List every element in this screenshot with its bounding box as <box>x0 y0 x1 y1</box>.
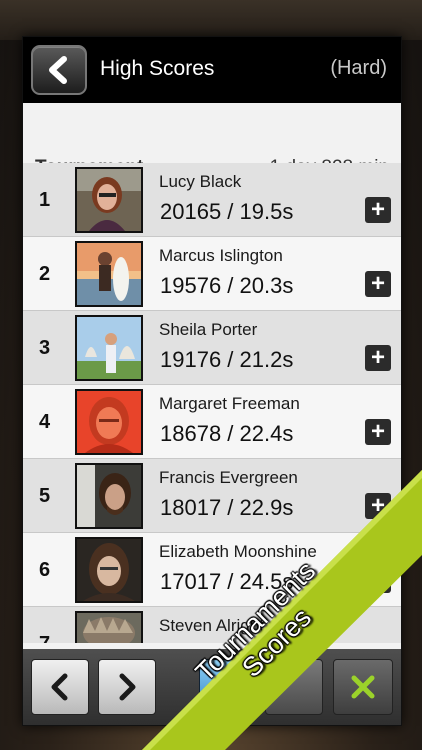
next-page-button[interactable] <box>98 659 156 715</box>
plus-icon[interactable]: + <box>365 493 391 519</box>
avatar <box>75 611 143 643</box>
plus-icon[interactable]: + <box>365 197 391 223</box>
player-score: 18017 / 22.9s <box>160 495 294 520</box>
score-row[interactable]: 2 Marcus Islington 19576 / 20.3s + <box>23 237 401 311</box>
plus-icon[interactable]: + <box>365 419 391 445</box>
avatar <box>75 463 143 529</box>
scores-mode-button[interactable] <box>265 659 323 715</box>
score-row[interactable]: 7 Steven Alright <box>23 607 401 643</box>
avatar <box>75 241 143 307</box>
player-name: Sheila Porter <box>159 320 258 339</box>
plus-icon[interactable]: + <box>365 567 391 593</box>
chevron-left-icon <box>51 673 68 701</box>
rank-number: 5 <box>39 485 51 507</box>
rank-number: 7 <box>39 633 50 643</box>
scores-list[interactable]: 1 Lucy Black 20165 / 19.5s + 2 Marcus Is… <box>23 163 401 643</box>
header-bar: High Scores (Hard) <box>23 37 401 103</box>
chevron-right-icon <box>119 673 136 701</box>
rank-number: 4 <box>39 411 51 433</box>
avatar <box>75 167 143 233</box>
player-name: Francis Evergreen <box>159 468 298 487</box>
rank-number: 2 <box>39 263 51 285</box>
score-row[interactable]: 5 Francis Evergreen 18017 / 22.9s + <box>23 459 401 533</box>
avatar <box>75 389 143 455</box>
score-row[interactable]: 4 Margaret Freeman 18678 / 22.4s + <box>23 385 401 459</box>
avatar <box>75 537 143 603</box>
page-title: High Scores <box>100 57 215 80</box>
player-score: 19576 / 20.3s <box>160 273 294 298</box>
player-name: Elizabeth Moonshine <box>159 542 317 561</box>
plus-icon[interactable]: + <box>365 271 391 297</box>
back-button[interactable] <box>31 45 87 95</box>
back-arrow-icon <box>49 56 67 84</box>
player-name: Marcus Islington <box>159 246 283 265</box>
difficulty-label: (Hard) <box>330 57 387 79</box>
score-row[interactable]: 1 Lucy Black 20165 / 19.5s + <box>23 163 401 237</box>
player-score: 18678 / 22.4s <box>160 421 294 446</box>
avatar <box>75 315 143 381</box>
close-button[interactable] <box>333 659 393 715</box>
player-name: Margaret Freeman <box>159 394 300 413</box>
rank-number: 3 <box>39 337 51 359</box>
plus-icon[interactable]: + <box>365 345 391 371</box>
background-top-strip <box>0 0 422 40</box>
score-row[interactable]: 6 Elizabeth Moonshine 17017 / 24.5s + <box>23 533 401 607</box>
previous-page-button[interactable] <box>31 659 89 715</box>
rank-number: 6 <box>39 559 51 581</box>
player-score: 20165 / 19.5s <box>160 199 294 224</box>
high-scores-panel: High Scores (Hard) Tournament 1 day 828 … <box>22 36 402 726</box>
player-score: 19176 / 21.2s <box>160 347 294 372</box>
player-name: Lucy Black <box>159 172 242 191</box>
rank-number: 1 <box>39 189 51 211</box>
score-row[interactable]: 3 Sheila Porter 19176 / 21.2s + <box>23 311 401 385</box>
close-x-icon <box>351 675 375 699</box>
